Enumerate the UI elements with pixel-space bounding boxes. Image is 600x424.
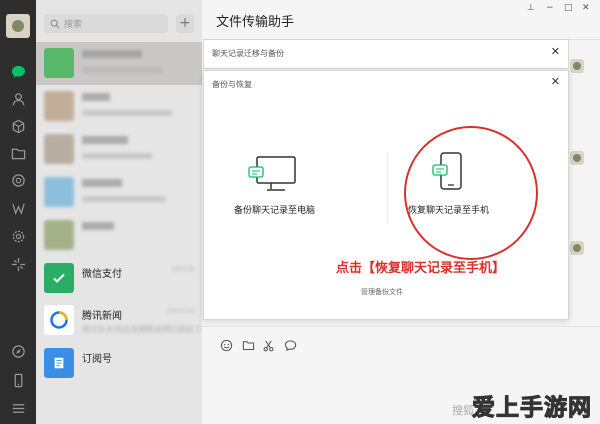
- message-avatar[interactable]: [570, 59, 584, 73]
- list-item-tencent-news[interactable]: 腾讯新闻 荷兰队长向达连拥抱说明已经好了 24/7/10: [36, 299, 202, 342]
- chat-title: 文件传输助手: [216, 15, 295, 30]
- migrate-backup-dialog: 聊天记录迁移与备份 ✕: [203, 39, 569, 69]
- maximize-button[interactable]: □: [564, 3, 573, 13]
- folder-icon[interactable]: [242, 339, 255, 352]
- check-icon: [53, 273, 65, 283]
- list-item-sub: [82, 196, 166, 202]
- close-icon[interactable]: ✕: [551, 45, 560, 58]
- list-item-sub: [82, 110, 172, 116]
- smartphone-icon: [431, 152, 462, 190]
- watermark-search: 搜狐: [452, 404, 474, 417]
- moments-icon[interactable]: [9, 171, 27, 189]
- restore-to-phone-label: 恢复聊天记录至手机: [408, 206, 490, 216]
- instruction-callout: 点击【恢复聊天记录至手机】: [336, 261, 506, 276]
- close-icon[interactable]: ✕: [551, 75, 560, 88]
- phone-icon[interactable]: [9, 371, 27, 389]
- list-item[interactable]: [36, 214, 202, 257]
- divider: [387, 153, 388, 223]
- list-item-wechat-pay[interactable]: 微信支付 24/5/9: [36, 257, 202, 300]
- emoji-icon[interactable]: [220, 339, 233, 352]
- avatar: [44, 91, 74, 121]
- message-avatar[interactable]: [570, 151, 584, 165]
- search-input[interactable]: 搜索: [44, 14, 168, 33]
- avatar: [44, 177, 74, 207]
- backup-restore-dialog: 备份与恢复 ✕ 备份聊天记录至电脑 恢复聊天记录至手机 点击【恢复聊天记录至手机…: [203, 70, 569, 320]
- files-icon[interactable]: [9, 144, 27, 162]
- list-item-subscriptions[interactable]: 订阅号: [36, 342, 202, 385]
- list-item-sub: [82, 153, 152, 159]
- search-placeholder: 搜索: [64, 20, 83, 30]
- monitor-icon: [247, 156, 296, 191]
- backup-to-pc-button[interactable]: 备份聊天记录至电脑: [234, 155, 315, 216]
- list-item[interactable]: [36, 128, 202, 171]
- chat-list-panel: 搜索 + 微信支付 24/5/9 腾讯新闻 荷兰队长向达连拥抱说明已经好了 24…: [36, 0, 202, 424]
- wechat-pay-avatar: [44, 263, 74, 293]
- contacts-icon[interactable]: [9, 90, 27, 108]
- message-avatar[interactable]: [570, 241, 584, 255]
- list-item-name: [82, 136, 128, 144]
- pin-button[interactable]: ⊥: [527, 3, 535, 13]
- compass-icon[interactable]: [9, 342, 27, 360]
- chat-icon[interactable]: [9, 62, 27, 80]
- list-item[interactable]: [36, 85, 202, 128]
- watermark-logo: 爱上手游网: [472, 395, 592, 422]
- list-item-sub: [82, 67, 162, 73]
- dialog-title: 聊天记录迁移与备份: [212, 49, 284, 58]
- subscriptions-avatar: [44, 348, 74, 378]
- favorites-icon[interactable]: [9, 117, 27, 135]
- list-item-name: [82, 93, 110, 101]
- add-button[interactable]: +: [176, 14, 194, 33]
- chat-bubble-icon[interactable]: [284, 339, 297, 352]
- avatar: [44, 220, 74, 250]
- list-item[interactable]: [36, 171, 202, 214]
- list-item[interactable]: [36, 42, 202, 85]
- document-icon: [54, 357, 64, 369]
- user-avatar[interactable]: [6, 14, 30, 38]
- list-item-time: 24/7/10: [167, 307, 194, 315]
- list-item-name: 订阅号: [82, 354, 112, 365]
- menu-icon[interactable]: [9, 399, 27, 417]
- list-item-name: [82, 222, 114, 230]
- close-button[interactable]: ✕: [582, 3, 590, 13]
- tencent-news-avatar: [44, 305, 74, 335]
- scissors-icon[interactable]: [262, 339, 275, 352]
- minimize-button[interactable]: −: [546, 3, 554, 13]
- backup-to-pc-label: 备份聊天记录至电脑: [234, 206, 316, 216]
- search-icon: [50, 19, 60, 29]
- list-item-sub: 荷兰队长向达连拥抱说明已经好了: [82, 325, 202, 334]
- list-item-name: 腾讯新闻: [82, 311, 122, 322]
- list-item-name: [82, 50, 142, 58]
- dialog-title: 备份与恢复: [212, 80, 252, 89]
- sparkle-icon[interactable]: [9, 255, 27, 273]
- avatar: [44, 134, 74, 164]
- mini-program-icon[interactable]: [9, 199, 27, 217]
- news-logo-icon: [50, 311, 68, 329]
- manage-backup-link[interactable]: 管理备份文件: [361, 287, 403, 297]
- avatar: [44, 48, 74, 78]
- list-item-name: 微信支付: [82, 269, 122, 280]
- restore-to-phone-button[interactable]: 恢复聊天记录至手机: [408, 151, 489, 216]
- list-item-name: [82, 179, 122, 187]
- list-item-time: 24/5/9: [171, 265, 194, 273]
- chat-header: 文件传输助手 ⊥ − □ ✕: [202, 0, 600, 40]
- sidebar: [0, 0, 36, 424]
- settings-gear-icon[interactable]: [9, 227, 27, 245]
